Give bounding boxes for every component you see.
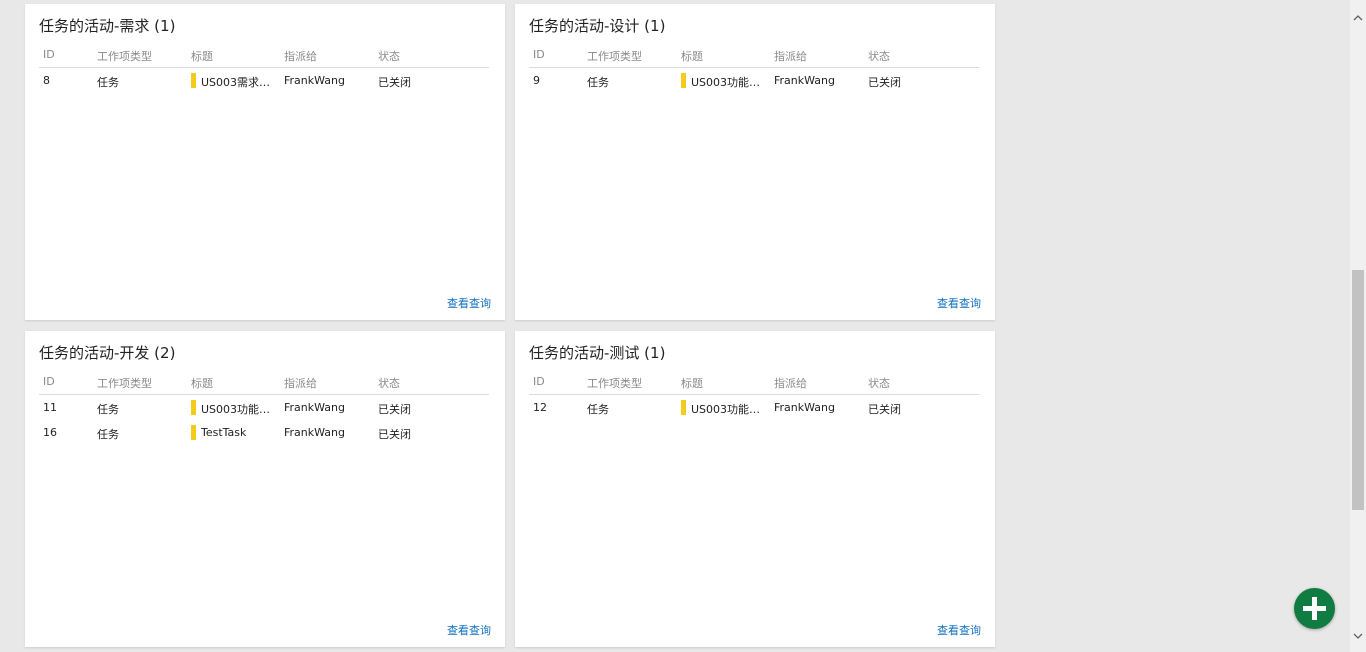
view-query-link[interactable]: 查看查询 bbox=[447, 295, 491, 311]
column-header-state[interactable]: 状态 bbox=[868, 375, 890, 391]
widget-task-requirements: 任务的活动-需求 (1) ID 工作项类型 标题 指派给 状态 8 任务 US0… bbox=[25, 4, 505, 320]
cell-state: 已关闭 bbox=[868, 76, 901, 89]
grid-header: ID 工作项类型 标题 指派给 状态 bbox=[529, 371, 979, 395]
cell-assigned: FrankWang bbox=[284, 426, 345, 439]
vertical-scrollbar[interactable] bbox=[1350, 0, 1366, 652]
column-header-title[interactable]: 标题 bbox=[681, 48, 703, 64]
cell-title[interactable]: US003需求拆… bbox=[191, 72, 279, 89]
view-query-link[interactable]: 查看查询 bbox=[937, 295, 981, 311]
cell-state: 已关闭 bbox=[378, 76, 411, 89]
cell-id: 8 bbox=[43, 74, 50, 87]
chevron-down-icon[interactable] bbox=[1350, 628, 1366, 644]
table-row[interactable]: 9 任务 US003功能设… FrankWang 已关闭 bbox=[529, 68, 979, 93]
work-item-title-link[interactable]: TestTask bbox=[201, 426, 279, 439]
widget-title: 任务的活动-开发 (2) bbox=[39, 344, 176, 362]
add-widget-button[interactable] bbox=[1294, 588, 1335, 629]
cell-state: 已关闭 bbox=[378, 428, 411, 441]
query-grid: ID 工作项类型 标题 指派给 状态 9 任务 US003功能设… FrankW… bbox=[529, 44, 979, 93]
table-row[interactable]: 16 任务 TestTask FrankWang 已关闭 bbox=[39, 420, 489, 445]
column-header-state[interactable]: 状态 bbox=[378, 48, 400, 64]
column-header-id[interactable]: ID bbox=[43, 48, 55, 61]
work-item-color-bar bbox=[681, 400, 686, 415]
widget-task-development: 任务的活动-开发 (2) ID 工作项类型 标题 指派给 状态 11 任务 US… bbox=[25, 331, 505, 647]
column-header-title[interactable]: 标题 bbox=[191, 48, 213, 64]
query-grid: ID 工作项类型 标题 指派给 状态 11 任务 US003功能实… Frank… bbox=[39, 371, 489, 445]
work-item-color-bar bbox=[681, 73, 686, 88]
column-header-id[interactable]: ID bbox=[43, 375, 55, 388]
column-header-assigned[interactable]: 指派给 bbox=[284, 375, 317, 391]
grid-header: ID 工作项类型 标题 指派给 状态 bbox=[39, 44, 489, 68]
cell-title[interactable]: US003功能测… bbox=[681, 399, 769, 416]
chevron-up-icon[interactable] bbox=[1350, 10, 1366, 26]
grid-header: ID 工作项类型 标题 指派给 状态 bbox=[39, 371, 489, 395]
column-header-state[interactable]: 状态 bbox=[378, 375, 400, 391]
scrollbar-thumb[interactable] bbox=[1352, 270, 1364, 510]
view-query-link[interactable]: 查看查询 bbox=[937, 622, 981, 638]
column-header-type[interactable]: 工作项类型 bbox=[97, 48, 152, 64]
work-item-color-bar bbox=[191, 73, 196, 88]
cell-type: 任务 bbox=[587, 403, 609, 416]
cell-id: 12 bbox=[533, 401, 547, 414]
cell-assigned: FrankWang bbox=[774, 74, 835, 87]
cell-id: 11 bbox=[43, 401, 57, 414]
table-row[interactable]: 8 任务 US003需求拆… FrankWang 已关闭 bbox=[39, 68, 489, 93]
column-header-assigned[interactable]: 指派给 bbox=[774, 375, 807, 391]
work-item-title-link[interactable]: US003功能设… bbox=[691, 74, 769, 90]
column-header-type[interactable]: 工作项类型 bbox=[97, 375, 152, 391]
cell-id: 9 bbox=[533, 74, 540, 87]
table-row[interactable]: 12 任务 US003功能测… FrankWang 已关闭 bbox=[529, 395, 979, 420]
cell-id: 16 bbox=[43, 426, 57, 439]
cell-title[interactable]: US003功能设… bbox=[681, 72, 769, 89]
cell-assigned: FrankWang bbox=[284, 401, 345, 414]
widget-title: 任务的活动-设计 (1) bbox=[529, 17, 666, 35]
dashboard: 任务的活动-需求 (1) ID 工作项类型 标题 指派给 状态 8 任务 US0… bbox=[0, 0, 1350, 652]
cell-title[interactable]: US003功能实… bbox=[191, 399, 279, 416]
query-grid: ID 工作项类型 标题 指派给 状态 12 任务 US003功能测… Frank… bbox=[529, 371, 979, 420]
column-header-title[interactable]: 标题 bbox=[191, 375, 213, 391]
widget-task-design: 任务的活动-设计 (1) ID 工作项类型 标题 指派给 状态 9 任务 US0… bbox=[515, 4, 995, 320]
widget-title: 任务的活动-需求 (1) bbox=[39, 17, 176, 35]
column-header-type[interactable]: 工作项类型 bbox=[587, 375, 642, 391]
cell-type: 任务 bbox=[97, 76, 119, 89]
cell-title[interactable]: TestTask bbox=[191, 424, 279, 441]
cell-state: 已关闭 bbox=[378, 403, 411, 416]
grid-header: ID 工作项类型 标题 指派给 状态 bbox=[529, 44, 979, 68]
work-item-color-bar bbox=[191, 425, 196, 440]
column-header-id[interactable]: ID bbox=[533, 375, 545, 388]
widget-title: 任务的活动-测试 (1) bbox=[529, 344, 666, 362]
column-header-state[interactable]: 状态 bbox=[868, 48, 890, 64]
cell-type: 任务 bbox=[97, 403, 119, 416]
column-header-title[interactable]: 标题 bbox=[681, 375, 703, 391]
work-item-title-link[interactable]: US003功能测… bbox=[691, 401, 769, 417]
work-item-title-link[interactable]: US003功能实… bbox=[201, 401, 279, 417]
column-header-id[interactable]: ID bbox=[533, 48, 545, 61]
column-header-assigned[interactable]: 指派给 bbox=[284, 48, 317, 64]
work-item-color-bar bbox=[191, 400, 196, 415]
cell-state: 已关闭 bbox=[868, 403, 901, 416]
table-row[interactable]: 11 任务 US003功能实… FrankWang 已关闭 bbox=[39, 395, 489, 420]
widget-task-testing: 任务的活动-测试 (1) ID 工作项类型 标题 指派给 状态 12 任务 US… bbox=[515, 331, 995, 647]
query-grid: ID 工作项类型 标题 指派给 状态 8 任务 US003需求拆… FrankW… bbox=[39, 44, 489, 93]
cell-type: 任务 bbox=[97, 428, 119, 441]
view-query-link[interactable]: 查看查询 bbox=[447, 622, 491, 638]
column-header-type[interactable]: 工作项类型 bbox=[587, 48, 642, 64]
column-header-assigned[interactable]: 指派给 bbox=[774, 48, 807, 64]
work-item-title-link[interactable]: US003需求拆… bbox=[201, 74, 279, 90]
cell-assigned: FrankWang bbox=[774, 401, 835, 414]
cell-type: 任务 bbox=[587, 76, 609, 89]
cell-assigned: FrankWang bbox=[284, 74, 345, 87]
